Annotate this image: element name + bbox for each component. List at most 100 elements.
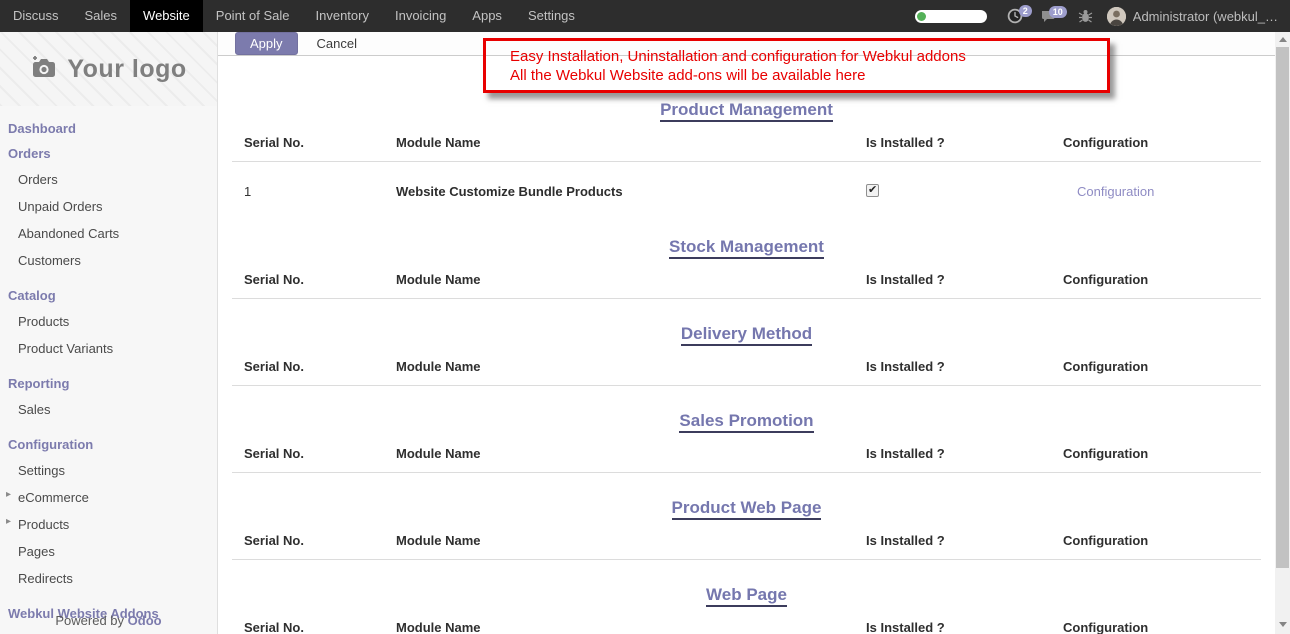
sidebar-item-product-variants[interactable]: Product Variants — [0, 335, 217, 362]
section-title: Stock Management — [232, 236, 1261, 257]
sidebar-item-products[interactable]: Products — [0, 308, 217, 335]
table-header-row: Serial No. Module Name Is Installed ? Co… — [232, 620, 1261, 634]
col-is-installed: Is Installed ? — [866, 135, 1063, 150]
powered-by: Powered by Odoo — [0, 613, 217, 628]
col-module-name: Module Name — [396, 533, 866, 548]
user-menu[interactable]: Administrator (webkul_… — [1107, 7, 1278, 26]
sidebar-header-orders[interactable]: Orders — [0, 141, 217, 166]
col-serial-no: Serial No. — [244, 135, 396, 150]
messages-badge: 10 — [1049, 6, 1067, 18]
messages-icon[interactable]: 10 — [1041, 9, 1058, 24]
chevron-right-icon: ▸ — [6, 489, 11, 500]
menu-apps[interactable]: Apps — [459, 0, 515, 32]
chevron-right-icon: ▸ — [6, 516, 11, 527]
sidebar: Your logo Dashboard Orders Orders Unpaid… — [0, 32, 218, 634]
col-configuration: Configuration — [1063, 620, 1261, 634]
activity-clock-icon[interactable]: 2 — [1007, 8, 1023, 24]
section-title: Sales Promotion — [232, 410, 1261, 431]
sidebar-item-ecommerce[interactable]: ▸eCommerce — [0, 484, 217, 511]
sidebar-item-orders[interactable]: Orders — [0, 166, 217, 193]
annotation-line-1: Easy Installation, Uninstallation and co… — [510, 47, 1107, 66]
scrollbar-thumb[interactable] — [1276, 47, 1289, 568]
sidebar-item-pages[interactable]: Pages — [0, 538, 217, 565]
logo-text: Your logo — [67, 55, 186, 84]
sidebar-item-products-config[interactable]: ▸Products — [0, 511, 217, 538]
menu-discuss[interactable]: Discuss — [0, 0, 72, 32]
content-area: Product Management Serial No. Module Nam… — [218, 56, 1275, 634]
sidebar-item-customers[interactable]: Customers — [0, 247, 217, 274]
col-serial-no: Serial No. — [244, 620, 396, 634]
table-header-row: Serial No. Module Name Is Installed ? Co… — [232, 359, 1261, 374]
user-label: Administrator (webkul_… — [1133, 9, 1278, 24]
section-stock-management: Stock Management Serial No. Module Name … — [232, 236, 1261, 299]
is-installed-checkbox[interactable] — [866, 184, 879, 197]
divider — [232, 385, 1261, 386]
configuration-link[interactable]: Configuration — [1063, 184, 1154, 199]
col-configuration: Configuration — [1063, 533, 1261, 548]
col-module-name: Module Name — [396, 272, 866, 287]
sidebar-header-catalog[interactable]: Catalog — [0, 283, 217, 308]
table-row: 1 Website Customize Bundle Products Conf… — [232, 162, 1261, 212]
menu-settings[interactable]: Settings — [515, 0, 588, 32]
sidebar-item-redirects[interactable]: Redirects — [0, 565, 217, 592]
col-serial-no: Serial No. — [244, 446, 396, 461]
col-configuration: Configuration — [1063, 446, 1261, 461]
camera-icon — [30, 55, 58, 84]
section-title: Delivery Method — [232, 323, 1261, 344]
sidebar-item-abandoned-carts[interactable]: Abandoned Carts — [0, 220, 217, 247]
scroll-up-arrow[interactable] — [1275, 32, 1290, 47]
menu-point-of-sale[interactable]: Point of Sale — [203, 0, 303, 32]
table-header-row: Serial No. Module Name Is Installed ? Co… — [232, 533, 1261, 548]
sidebar-item-sales[interactable]: Sales — [0, 396, 217, 423]
col-module-name: Module Name — [396, 620, 866, 634]
col-is-installed: Is Installed ? — [866, 359, 1063, 374]
cancel-button[interactable]: Cancel — [317, 36, 357, 51]
menu-invoicing[interactable]: Invoicing — [382, 0, 459, 32]
sidebar-header-reporting[interactable]: Reporting — [0, 371, 217, 396]
menu-website[interactable]: Website — [130, 0, 203, 32]
col-serial-no: Serial No. — [244, 533, 396, 548]
section-sales-promotion: Sales Promotion Serial No. Module Name I… — [232, 410, 1261, 473]
section-web-page: Web Page Serial No. Module Name Is Insta… — [232, 584, 1261, 634]
table-header-row: Serial No. Module Name Is Installed ? Co… — [232, 446, 1261, 461]
col-is-installed: Is Installed ? — [866, 446, 1063, 461]
odoo-link[interactable]: Odoo — [128, 613, 162, 628]
divider — [232, 298, 1261, 299]
cell-module-name: Website Customize Bundle Products — [396, 184, 866, 200]
table-header-row: Serial No. Module Name Is Installed ? Co… — [232, 272, 1261, 287]
section-title: Web Page — [232, 584, 1261, 605]
scroll-down-arrow[interactable] — [1275, 617, 1290, 632]
divider — [232, 472, 1261, 473]
sidebar-header-dashboard[interactable]: Dashboard — [0, 116, 217, 141]
menu-sales[interactable]: Sales — [72, 0, 131, 32]
logo-area: Your logo — [0, 32, 217, 106]
col-module-name: Module Name — [396, 446, 866, 461]
col-serial-no: Serial No. — [244, 272, 396, 287]
cell-serial: 1 — [244, 184, 396, 200]
apply-button[interactable]: Apply — [235, 32, 298, 55]
section-product-web-page: Product Web Page Serial No. Module Name … — [232, 497, 1261, 560]
col-is-installed: Is Installed ? — [866, 533, 1063, 548]
sidebar-menu: Dashboard Orders Orders Unpaid Orders Ab… — [0, 106, 217, 626]
section-title: Product Management — [232, 99, 1261, 120]
sidebar-item-settings[interactable]: Settings — [0, 457, 217, 484]
annotation-line-2: All the Webkul Website add-ons will be a… — [510, 66, 1107, 85]
sidebar-header-configuration[interactable]: Configuration — [0, 432, 217, 457]
menu-inventory[interactable]: Inventory — [303, 0, 382, 32]
col-configuration: Configuration — [1063, 135, 1261, 150]
section-delivery-method: Delivery Method Serial No. Module Name I… — [232, 323, 1261, 386]
progress-fill — [917, 12, 926, 21]
powered-by-text: Powered by — [55, 613, 124, 628]
vertical-scrollbar[interactable] — [1275, 32, 1290, 634]
col-module-name: Module Name — [396, 135, 866, 150]
col-is-installed: Is Installed ? — [866, 620, 1063, 634]
annotation-box: Easy Installation, Uninstallation and co… — [483, 38, 1110, 93]
user-avatar — [1107, 7, 1126, 26]
activity-badge: 2 — [1019, 5, 1032, 17]
sidebar-item-unpaid-orders[interactable]: Unpaid Orders — [0, 193, 217, 220]
debug-bug-icon[interactable] — [1078, 8, 1093, 24]
top-navbar: Discuss Sales Website Point of Sale Inve… — [0, 0, 1290, 32]
divider — [232, 559, 1261, 560]
col-is-installed: Is Installed ? — [866, 272, 1063, 287]
col-serial-no: Serial No. — [244, 359, 396, 374]
